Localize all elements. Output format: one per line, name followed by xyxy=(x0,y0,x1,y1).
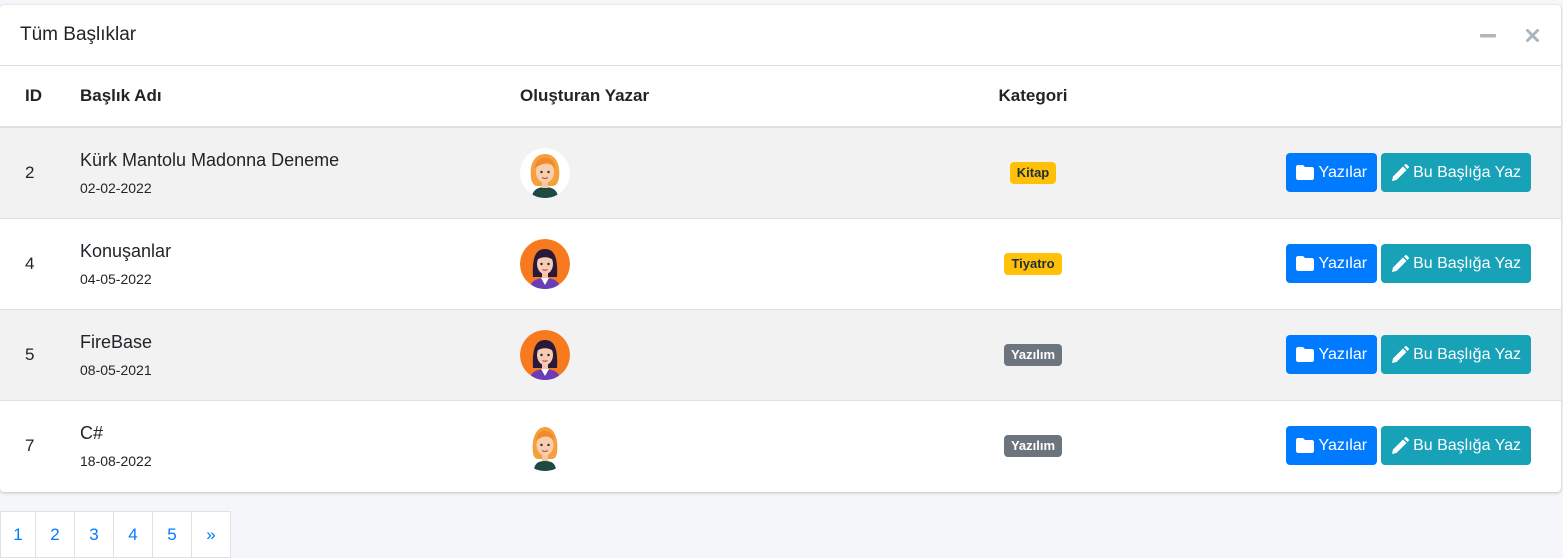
table-row: 7 C# 18-08-2022 Yazılım Yazılar Bu Başlı… xyxy=(0,400,1561,491)
pencil-icon xyxy=(1392,345,1410,363)
row-id: 5 xyxy=(25,344,35,364)
row-actions: Yazılar Bu Başlığa Yaz xyxy=(1186,218,1561,309)
write-to-topic-button[interactable]: Bu Başlığa Yaz xyxy=(1381,426,1531,466)
category-badge: Yazılım xyxy=(1003,343,1063,366)
write-button-label: Bu Başlığa Yaz xyxy=(1413,254,1521,272)
pencil-icon xyxy=(1392,254,1410,272)
table-row: 4 Konuşanlar 04-05-2022 Tiyatro Yazılar … xyxy=(0,218,1561,309)
row-title: FireBase xyxy=(80,332,153,352)
header-author: Oluşturan Yazar xyxy=(520,66,880,128)
posts-button-label: Yazılar xyxy=(1318,254,1368,272)
posts-button[interactable]: Yazılar xyxy=(1286,335,1378,374)
posts-button-label: Yazılar xyxy=(1318,436,1368,454)
author-avatar[interactable] xyxy=(520,147,570,198)
header-title: Başlık Adı xyxy=(80,66,520,128)
row-category-cell: Yazılım xyxy=(880,309,1186,400)
row-title-cell: Kürk Mantolu Madonna Deneme 02-02-2022 xyxy=(80,127,520,218)
header-category: Kategori xyxy=(880,66,1186,128)
page-link-1[interactable]: 1 xyxy=(0,511,36,558)
folder-icon xyxy=(1296,438,1315,454)
row-date: 08-05-2021 xyxy=(80,362,152,378)
write-button-label: Bu Başlığa Yaz xyxy=(1413,163,1521,181)
author-avatar[interactable] xyxy=(520,420,570,471)
row-id: 4 xyxy=(25,253,35,273)
row-author-cell xyxy=(520,400,880,491)
folder-icon xyxy=(1296,165,1315,181)
row-actions: Yazılar Bu Başlığa Yaz xyxy=(1186,309,1561,400)
row-id: 7 xyxy=(25,435,35,455)
row-date: 02-02-2022 xyxy=(80,180,152,197)
page-link-5[interactable]: 5 xyxy=(152,511,192,558)
category-badge: Kitap xyxy=(1009,161,1057,184)
posts-button[interactable]: Yazılar xyxy=(1286,153,1378,193)
topics-card: Tüm Başlıklar ID Başlık Adı Oluşturan Ya… xyxy=(0,5,1561,492)
posts-button-label: Yazılar xyxy=(1318,345,1368,363)
folder-icon xyxy=(1296,256,1315,271)
posts-button[interactable]: Yazılar xyxy=(1286,244,1378,283)
page-next[interactable]: » xyxy=(191,511,231,558)
write-button-label: Bu Başlığa Yaz xyxy=(1413,345,1521,363)
row-author-cell xyxy=(520,218,880,309)
row-actions: Yazılar Bu Başlığa Yaz xyxy=(1186,127,1561,218)
pagination: 1 2 3 4 5 » xyxy=(0,511,231,558)
author-avatar[interactable] xyxy=(520,329,570,380)
minus-icon[interactable] xyxy=(1479,27,1497,45)
row-title-cell: C# 18-08-2022 xyxy=(80,400,520,491)
pencil-icon xyxy=(1392,436,1410,454)
row-author-cell xyxy=(520,309,880,400)
card-header: Tüm Başlıklar xyxy=(0,5,1561,66)
folder-icon xyxy=(1296,347,1315,362)
row-date: 18-08-2022 xyxy=(80,453,152,470)
card-title: Tüm Başlıklar xyxy=(20,24,137,45)
write-to-topic-button[interactable]: Bu Başlığa Yaz xyxy=(1381,244,1531,283)
row-title: Konuşanlar xyxy=(80,241,172,261)
row-category-cell: Yazılım xyxy=(880,400,1186,491)
row-actions: Yazılar Bu Başlığa Yaz xyxy=(1186,400,1561,491)
row-date: 04-05-2022 xyxy=(80,271,152,287)
row-title: Kürk Mantolu Madonna Deneme xyxy=(80,150,340,171)
page-link-2[interactable]: 2 xyxy=(35,511,75,558)
write-button-label: Bu Başlığa Yaz xyxy=(1413,436,1521,454)
row-author-cell xyxy=(520,127,880,218)
times-icon[interactable] xyxy=(1523,27,1541,45)
row-title-cell: FireBase 08-05-2021 xyxy=(80,309,520,400)
category-badge: Tiyatro xyxy=(1004,252,1062,275)
posts-button[interactable]: Yazılar xyxy=(1286,426,1378,466)
page-link-4[interactable]: 4 xyxy=(113,511,153,558)
row-category-cell: Kitap xyxy=(880,127,1186,218)
author-avatar[interactable] xyxy=(520,238,570,289)
topics-table: ID Başlık Adı Oluşturan Yazar Kategori 2… xyxy=(0,66,1561,491)
pencil-icon xyxy=(1392,163,1410,181)
table-row: 2 Kürk Mantolu Madonna Deneme 02-02-2022 xyxy=(0,127,1561,218)
row-title: C# xyxy=(80,423,104,444)
header-actions xyxy=(1186,66,1561,128)
page-link-3[interactable]: 3 xyxy=(74,511,114,558)
card-tools xyxy=(1479,5,1541,66)
header-id: ID xyxy=(0,66,80,128)
category-badge: Yazılım xyxy=(1003,434,1063,457)
row-category-cell: Tiyatro xyxy=(880,218,1186,309)
table-header-row: ID Başlık Adı Oluşturan Yazar Kategori xyxy=(0,66,1561,128)
table-row: 5 FireBase 08-05-2021 Yazılım Yazılar Bu… xyxy=(0,309,1561,400)
write-to-topic-button[interactable]: Bu Başlığa Yaz xyxy=(1381,153,1531,193)
row-title-cell: Konuşanlar 04-05-2022 xyxy=(80,218,520,309)
write-to-topic-button[interactable]: Bu Başlığa Yaz xyxy=(1381,335,1531,374)
row-id: 2 xyxy=(25,162,35,182)
posts-button-label: Yazılar xyxy=(1318,163,1368,181)
